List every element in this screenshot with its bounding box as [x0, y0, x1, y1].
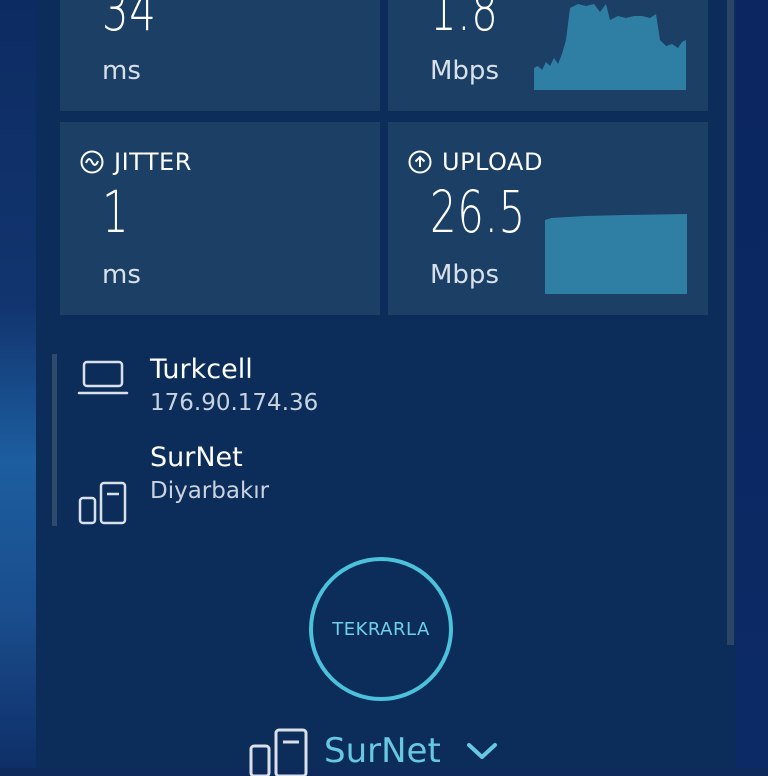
upload-label-row: UPLOAD	[408, 148, 543, 176]
provider-ip: 176.90.174.36	[150, 390, 319, 416]
info-divider	[52, 354, 57, 526]
ping-value: 34	[102, 0, 157, 44]
jitter-label: JITTER	[114, 148, 192, 176]
download-value: 1.8	[430, 0, 499, 44]
download-graph	[534, 4, 686, 90]
server-location: Diyarbakır	[150, 478, 270, 504]
jitter-unit: ms	[102, 260, 141, 290]
server-selector-icon	[249, 728, 308, 776]
background-left	[0, 0, 40, 768]
upload-value: 26.5	[430, 178, 526, 246]
background-right	[732, 0, 768, 768]
upload-graph	[545, 214, 687, 294]
jitter-icon	[80, 150, 104, 174]
server-icon	[78, 481, 127, 525]
repeat-test-label: TEKRARLA	[332, 618, 430, 640]
jitter-card: JITTER 1 ms	[60, 122, 380, 315]
ping-unit: ms	[102, 56, 141, 86]
provider-name: Turkcell	[150, 354, 253, 385]
download-card: 1.8 Mbps	[388, 0, 708, 111]
scrollbar[interactable]	[727, 0, 734, 645]
repeat-test-button[interactable]: TEKRARLA	[309, 557, 453, 701]
jitter-value: 1	[102, 178, 130, 246]
jitter-label-row: JITTER	[80, 148, 192, 176]
upload-card: UPLOAD 26.5 Mbps	[388, 122, 708, 315]
ping-card: 34 ms	[60, 0, 380, 111]
server-name: SurNet	[150, 442, 243, 473]
upload-unit: Mbps	[430, 260, 499, 290]
upload-icon	[408, 150, 432, 174]
upload-label: UPLOAD	[442, 148, 543, 176]
laptop-icon	[77, 360, 129, 395]
chevron-down-icon[interactable]	[465, 740, 499, 762]
server-selector[interactable]: SurNet	[248, 726, 499, 776]
download-unit: Mbps	[430, 56, 499, 86]
server-selector-name: SurNet	[324, 731, 441, 771]
